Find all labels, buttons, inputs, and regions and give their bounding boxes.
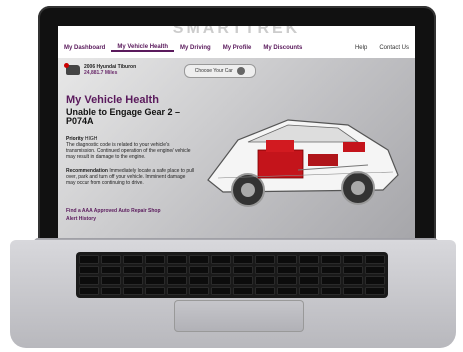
car-cutaway-illustration [207, 119, 399, 207]
keyboard [76, 252, 388, 298]
brand-logo: SMARTTREK [172, 26, 301, 37]
car-icon [64, 63, 80, 75]
nav-item-driving[interactable]: My Driving [174, 45, 217, 51]
laptop: SMARTTREK My Dashboard My Vehicle Health… [0, 0, 463, 352]
content-panel: 2006 Hyundai Tiburon 24,881.7 Miles Choo… [58, 58, 415, 238]
chevron-right-icon [237, 66, 246, 75]
description-text: The diagnostic code is related to your v… [66, 142, 191, 160]
vehicle-miles: 24,881.7 Miles [84, 70, 118, 76]
choose-car-button[interactable]: Choose Your Car [184, 64, 256, 78]
screen: SMARTTREK My Dashboard My Vehicle Health… [58, 26, 415, 238]
recommendation-block: Recommendation Immediately locate a safe… [66, 168, 196, 186]
trackpad [174, 300, 304, 332]
help-link[interactable]: Help [349, 45, 373, 51]
nav-item-profile[interactable]: My Profile [217, 45, 258, 51]
find-shop-link[interactable]: Find a AAA Approved Auto Repair Shop [66, 208, 161, 214]
nav-item-vehicle-health[interactable]: My Vehicle Health [111, 44, 175, 52]
contact-link[interactable]: Contact Us [373, 45, 415, 51]
nav-item-discounts[interactable]: My Discounts [257, 45, 308, 51]
main-nav: My Dashboard My Vehicle Health My Drivin… [58, 40, 415, 56]
page-title: My Vehicle Health [66, 94, 159, 106]
alert-history-link[interactable]: Alert History [66, 216, 96, 222]
alert-subtitle: Unable to Engage Gear 2 – P074A [66, 107, 181, 126]
choose-car-label: Choose Your Car [194, 68, 233, 74]
nav-item-dashboard[interactable]: My Dashboard [58, 45, 111, 51]
vehicle-info: 2006 Hyundai Tiburon 24,881.7 Miles [64, 63, 136, 76]
